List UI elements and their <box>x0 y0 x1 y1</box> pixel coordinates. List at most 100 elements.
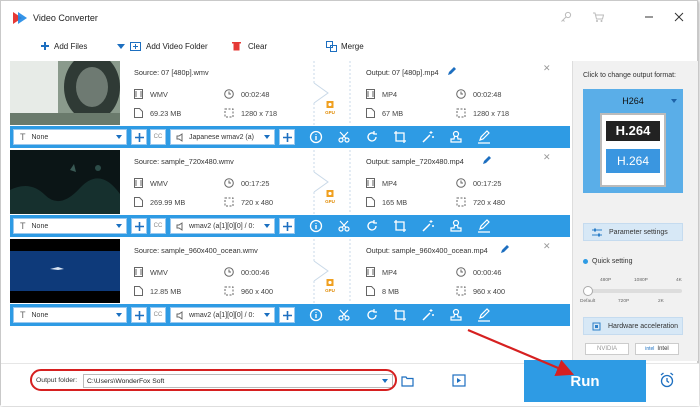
intel-toggle[interactable]: intel Intel <box>635 343 679 355</box>
add-subtitle-button[interactable] <box>131 307 147 323</box>
info-icon[interactable] <box>309 308 323 322</box>
remove-item-button[interactable]: ✕ <box>543 152 551 163</box>
effects-wand-icon[interactable] <box>421 308 435 322</box>
convert-arrow-icon <box>313 61 351 125</box>
output-size: 8 MB <box>366 286 399 296</box>
intel-label: Intel <box>657 346 669 352</box>
output-folder-label: Output folder: <box>36 377 78 384</box>
key-icon[interactable] <box>560 11 572 23</box>
cut-icon[interactable] <box>337 219 351 233</box>
video-folder-icon[interactable] <box>452 374 466 387</box>
output-folder-select[interactable]: C:\Users\WonderFox Soft <box>83 374 393 388</box>
output-size-value: 8 MB <box>382 286 400 296</box>
edit-name-icon[interactable] <box>482 156 491 165</box>
alarm-clock-icon[interactable] <box>659 372 675 388</box>
cc-subtitle-button[interactable]: CC <box>150 218 166 234</box>
watermark-stamp-icon[interactable] <box>449 308 463 322</box>
resolution-icon <box>456 286 466 296</box>
output-format-value: MP4 <box>382 267 398 277</box>
output-resolution-value: 960 x 400 <box>473 286 506 296</box>
info-icon[interactable] <box>309 219 323 233</box>
clear-button[interactable]: Clear <box>232 41 267 51</box>
remove-item-button[interactable]: ✕ <box>543 63 551 74</box>
watermark-stamp-icon[interactable] <box>449 130 463 144</box>
resolution-icon <box>456 197 466 207</box>
subtitle-select[interactable]: T None <box>13 307 127 323</box>
tick-2k: 2K <box>658 299 664 304</box>
output-size-value: 67 MB <box>382 108 404 118</box>
rotate-icon[interactable] <box>365 130 379 144</box>
source-resolution: 720 x 480 <box>224 197 273 207</box>
info-icon[interactable] <box>309 130 323 144</box>
chevron-down-icon <box>264 135 270 139</box>
add-video-folder-button[interactable]: Add Video Folder <box>116 41 208 51</box>
convert-arrow-icon <box>313 239 351 303</box>
close-icon[interactable] <box>674 12 684 22</box>
minimize-icon[interactable] <box>644 12 654 22</box>
hardware-acceleration-button[interactable]: Hardware acceleration <box>583 317 683 335</box>
list-item[interactable]: Source: sample_960x400_ocean.wmv WMV 00:… <box>10 239 570 328</box>
crop-icon[interactable] <box>393 130 407 144</box>
file-icon <box>134 108 143 118</box>
edit-subtitle-icon[interactable] <box>477 219 491 233</box>
plus-icon <box>282 221 292 231</box>
slider-handle[interactable] <box>583 286 593 296</box>
run-button[interactable]: Run <box>524 360 646 402</box>
quality-slider[interactable] <box>583 286 682 296</box>
audio-track-select[interactable]: wmav2 (a[1][0][0] / 0: <box>170 218 275 234</box>
audio-track-select[interactable]: Japanese wmav2 (a) <box>170 129 275 145</box>
subtitle-select[interactable]: T None <box>13 129 127 145</box>
video-thumbnail[interactable] <box>10 150 120 214</box>
watermark-stamp-icon[interactable] <box>449 219 463 233</box>
edit-subtitle-icon[interactable] <box>477 308 491 322</box>
merge-button[interactable]: Merge <box>326 41 364 52</box>
gpu-badge: GPU <box>322 100 338 115</box>
add-audio-button[interactable] <box>279 129 295 145</box>
source-format-value: WMV <box>150 267 168 277</box>
crop-icon[interactable] <box>393 308 407 322</box>
source-duration-value: 00:17:25 <box>241 178 270 188</box>
audio-track-select[interactable]: wmav2 (a[1][0][0] / 0: <box>170 307 275 323</box>
resolution-icon <box>224 197 234 207</box>
cut-icon[interactable] <box>337 308 351 322</box>
edit-name-icon[interactable] <box>447 67 456 76</box>
cut-icon[interactable] <box>337 130 351 144</box>
output-size: 165 MB <box>366 197 407 207</box>
dot-icon <box>583 259 588 264</box>
effects-wand-icon[interactable] <box>421 130 435 144</box>
output-size: 67 MB <box>366 108 403 118</box>
output-duration-value: 00:17:25 <box>473 178 502 188</box>
effects-wand-icon[interactable] <box>421 219 435 233</box>
cc-subtitle-button[interactable]: CC <box>150 129 166 145</box>
add-files-button[interactable]: Add Files <box>40 41 87 51</box>
list-item[interactable]: Source: sample_720x480.wmv WMV 00:17:25 … <box>10 150 570 239</box>
rotate-icon[interactable] <box>365 219 379 233</box>
add-subtitle-button[interactable] <box>131 129 147 145</box>
edit-name-icon[interactable] <box>500 245 509 254</box>
add-subtitle-button[interactable] <box>131 218 147 234</box>
list-item[interactable]: Source: 07 [480p].wmv WMV 00:02:48 69.23… <box>10 61 570 150</box>
add-audio-button[interactable] <box>279 218 295 234</box>
open-folder-icon[interactable] <box>401 375 415 387</box>
crop-icon[interactable] <box>393 219 407 233</box>
rotate-icon[interactable] <box>365 308 379 322</box>
source-format: WMV <box>134 267 168 277</box>
video-thumbnail[interactable] <box>10 239 120 303</box>
cc-subtitle-button[interactable]: CC <box>150 307 166 323</box>
source-duration: 00:00:46 <box>224 267 269 277</box>
subtitle-select[interactable]: T None <box>13 218 127 234</box>
output-duration: 00:00:46 <box>456 267 501 277</box>
gpu-label: GPU <box>325 199 335 204</box>
cart-icon[interactable] <box>592 11 604 23</box>
remove-item-button[interactable]: ✕ <box>543 241 551 252</box>
speaker-icon <box>176 310 183 320</box>
add-audio-button[interactable] <box>279 307 295 323</box>
edit-subtitle-icon[interactable] <box>477 130 491 144</box>
item-action-strip: T None CC wmav2 (a[1][0][0] / 0: <box>10 215 570 237</box>
nvidia-toggle[interactable]: NVIDIA <box>585 343 629 355</box>
video-thumbnail[interactable] <box>10 61 120 125</box>
source-duration-value: 00:00:46 <box>241 267 270 277</box>
output-format-selector[interactable]: H264 H.264 H.264 <box>583 89 683 193</box>
clear-label: Clear <box>248 41 268 51</box>
parameter-settings-button[interactable]: Parameter settings <box>583 223 683 241</box>
